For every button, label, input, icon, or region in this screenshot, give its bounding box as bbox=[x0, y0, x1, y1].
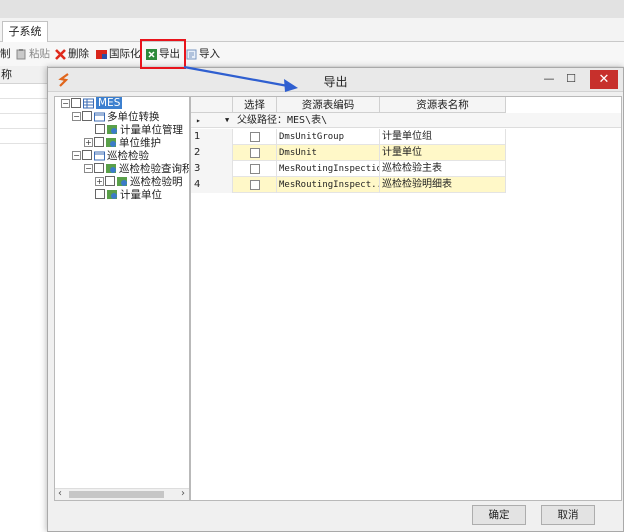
background-grid-header: 称 bbox=[0, 66, 47, 84]
export-dialog: 导出 — ☐ ✕ − MES − 多单位转换 计量单位管理 + 单位维护 − 巡… bbox=[47, 67, 624, 532]
scroll-left-icon[interactable]: ‹ bbox=[58, 488, 62, 499]
copy-button[interactable]: 制 bbox=[0, 47, 11, 61]
resource-grid: 选择 资源表编码 资源表名称 ▸ ▼ 父级路径：MES\表\ 1 DmsUnit… bbox=[190, 96, 622, 501]
minimize-button[interactable]: — bbox=[540, 71, 558, 87]
tree-checkbox[interactable] bbox=[94, 163, 104, 173]
row-number: 2 bbox=[191, 145, 233, 161]
tree-horizontal-scrollbar[interactable]: ‹ › bbox=[55, 488, 189, 500]
tree-node-measure-unit[interactable]: 计量单位 bbox=[95, 188, 162, 201]
restore-button[interactable]: ☐ bbox=[562, 71, 580, 87]
window-top-strip bbox=[0, 0, 624, 18]
row-number: 4 bbox=[191, 177, 233, 193]
row-select-cell[interactable] bbox=[233, 177, 277, 193]
form-icon bbox=[107, 189, 117, 199]
row-code: MesRoutingInspection bbox=[277, 161, 380, 177]
expand-icon[interactable]: + bbox=[95, 176, 104, 186]
table-row[interactable]: 4 MesRoutingInspect... 巡检检验明细表 bbox=[191, 177, 506, 193]
resource-tree: − MES − 多单位转换 计量单位管理 + 单位维护 − 巡检检验 − 巡检检… bbox=[54, 96, 190, 501]
table-row[interactable]: 2 DmsUnit 计量单位 bbox=[191, 145, 506, 161]
form-icon bbox=[117, 176, 127, 186]
tree-node-mes[interactable]: − MES bbox=[61, 97, 123, 109]
row-checkbox[interactable] bbox=[249, 164, 260, 174]
delete-icon bbox=[55, 48, 66, 60]
tree-checkbox[interactable] bbox=[94, 137, 104, 147]
table-icon bbox=[83, 98, 94, 108]
delete-button[interactable]: 删除 bbox=[55, 47, 89, 61]
background-grid: 称 bbox=[0, 66, 48, 532]
tree-node-label: MES bbox=[96, 97, 123, 109]
export-highlight-box bbox=[140, 39, 186, 69]
background-grid-row bbox=[0, 114, 47, 129]
row-number: 1 bbox=[191, 129, 233, 145]
collapse-icon[interactable]: − bbox=[61, 98, 70, 108]
row-name: 计量单位组 bbox=[380, 129, 506, 145]
tree-node-inspection-detail[interactable]: + 巡检检验明 bbox=[95, 175, 183, 188]
tree-checkbox[interactable] bbox=[82, 111, 92, 121]
tree-checkbox[interactable] bbox=[105, 176, 115, 186]
expand-icon[interactable]: + bbox=[84, 137, 93, 147]
internationalize-button[interactable]: 国际化 bbox=[96, 47, 141, 61]
tree-node-label: 计量单位 bbox=[120, 188, 162, 201]
flag-icon bbox=[96, 49, 107, 59]
row-name: 巡检检验明细表 bbox=[380, 177, 506, 193]
tree-node-inspection[interactable]: − 巡检检验 bbox=[72, 149, 149, 162]
paste-button[interactable]: 粘贴 bbox=[16, 47, 50, 61]
row-name: 计量单位 bbox=[380, 145, 506, 161]
row-number: 3 bbox=[191, 161, 233, 177]
row-select-cell[interactable] bbox=[233, 145, 277, 161]
row-code: MesRoutingInspect... bbox=[277, 177, 380, 193]
table-row[interactable]: 3 MesRoutingInspection 巡检检验主表 bbox=[191, 161, 506, 177]
tree-checkbox[interactable] bbox=[82, 150, 92, 160]
tab-bar: 子系统 bbox=[0, 18, 624, 42]
group-collapse-icon[interactable]: ▼ bbox=[225, 113, 229, 128]
row-name: 巡检检验主表 bbox=[380, 161, 506, 177]
scroll-right-icon[interactable]: › bbox=[181, 488, 185, 499]
tree-checkbox[interactable] bbox=[95, 124, 105, 134]
form-icon bbox=[106, 163, 116, 173]
form-icon bbox=[106, 137, 116, 147]
import-icon bbox=[186, 49, 197, 59]
import-button[interactable]: 导入 bbox=[186, 47, 220, 61]
folder-icon bbox=[94, 112, 105, 121]
row-checkbox[interactable] bbox=[249, 148, 260, 158]
column-header-code[interactable]: 资源表编码 bbox=[277, 97, 380, 113]
row-code: DmsUnit bbox=[277, 145, 380, 161]
tree-node-unit-maintain[interactable]: + 单位维护 bbox=[84, 136, 161, 149]
grid-corner-header bbox=[191, 97, 233, 113]
tree-node-multi-unit[interactable]: − 多单位转换 bbox=[72, 110, 160, 123]
row-code: DmsUnitGroup bbox=[277, 129, 380, 145]
close-button[interactable]: ✕ bbox=[590, 70, 618, 89]
column-header-select[interactable]: 选择 bbox=[233, 97, 277, 113]
row-select-cell[interactable] bbox=[233, 161, 277, 177]
collapse-icon[interactable]: − bbox=[72, 150, 81, 160]
group-label: 父级路径：MES\表\ bbox=[237, 115, 328, 126]
collapse-icon[interactable]: − bbox=[72, 111, 81, 121]
background-grid-row bbox=[0, 129, 47, 144]
tree-checkbox[interactable] bbox=[71, 98, 81, 108]
row-checkbox[interactable] bbox=[249, 180, 260, 190]
ok-button[interactable]: 确定 bbox=[472, 505, 526, 525]
toolbar: 制 粘贴 删除 国际化 导出 导入 bbox=[0, 42, 624, 66]
tree-checkbox[interactable] bbox=[95, 189, 105, 199]
tree-node-inspection-query[interactable]: − 巡检检验查询积 bbox=[84, 162, 189, 175]
collapse-icon[interactable]: − bbox=[84, 163, 93, 173]
tree-node-unit-manage[interactable]: 计量单位管理 bbox=[95, 123, 183, 136]
dialog-title: 导出 bbox=[323, 75, 348, 89]
row-select-cell[interactable] bbox=[233, 129, 277, 145]
tab-subsystem[interactable]: 子系统 bbox=[2, 21, 48, 42]
folder-icon bbox=[94, 151, 105, 160]
row-checkbox[interactable] bbox=[249, 132, 260, 142]
table-row[interactable]: 1 DmsUnitGroup 计量单位组 bbox=[191, 129, 506, 145]
form-icon bbox=[107, 124, 117, 134]
background-grid-row bbox=[0, 84, 47, 99]
column-header-name[interactable]: 资源表名称 bbox=[380, 97, 506, 113]
group-row[interactable]: ▸ ▼ 父级路径：MES\表\ bbox=[191, 113, 621, 128]
scrollbar-thumb[interactable] bbox=[69, 491, 164, 498]
row-pointer-icon: ▸ bbox=[196, 116, 201, 125]
paste-icon bbox=[16, 48, 26, 59]
background-grid-row bbox=[0, 99, 47, 114]
cancel-button[interactable]: 取消 bbox=[541, 505, 595, 525]
dialog-titlebar[interactable]: 导出 — ☐ ✕ bbox=[48, 68, 623, 92]
